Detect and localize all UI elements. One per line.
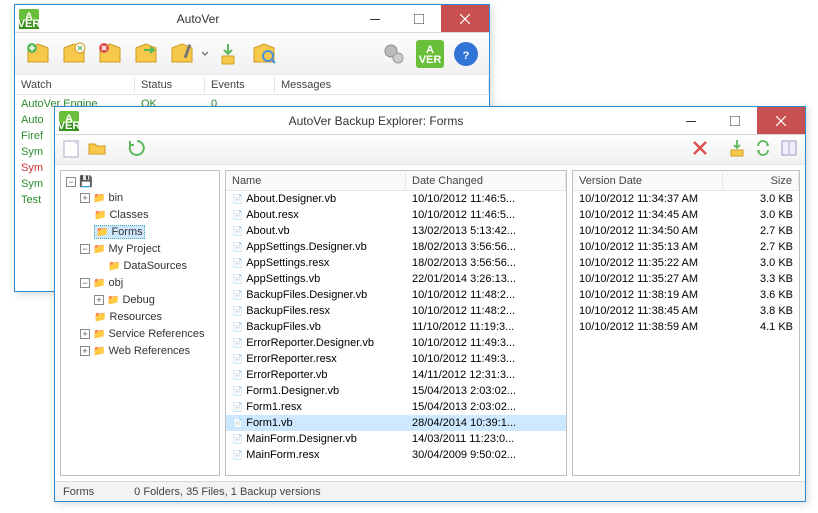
ver-button[interactable]: AVER [413, 37, 447, 71]
refresh-button[interactable] [127, 138, 147, 161]
tree-node[interactable]: −My ProjectDataSources [80, 241, 216, 275]
restore-button[interactable] [211, 37, 245, 71]
file-row[interactable]: AppSettings.vb22/01/2014 3:26:13... [226, 271, 566, 287]
tree-node[interactable]: Resources [80, 309, 216, 326]
folder-go-button[interactable] [129, 37, 163, 71]
explore-button[interactable] [247, 37, 281, 71]
sync-button[interactable] [753, 138, 773, 161]
settings-button[interactable] [377, 37, 411, 71]
file-row[interactable]: MainForm.resx30/04/2009 9:50:02... [226, 447, 566, 463]
file-row[interactable]: Form1.Designer.vb15/04/2013 2:03:02... [226, 383, 566, 399]
file-row[interactable]: MainForm.Designer.vb14/03/2011 11:23:0..… [226, 431, 566, 447]
backup-explorer-window: AVER AutoVer Backup Explorer: Forms −💾+b… [54, 106, 806, 502]
version-row[interactable]: 10/10/2012 11:38:19 AM3.6 KB [573, 287, 799, 303]
tree-node[interactable]: +bin [80, 190, 216, 207]
window-title: AutoVer Backup Explorer: Forms [83, 114, 669, 128]
close-button[interactable] [757, 107, 805, 134]
file-row[interactable]: BackupFiles.vb11/10/2012 11:19:3... [226, 319, 566, 335]
version-row[interactable]: 10/10/2012 11:35:13 AM2.7 KB [573, 239, 799, 255]
delete-watch-button[interactable] [93, 37, 127, 71]
header-version-date[interactable]: Version Date [573, 173, 723, 189]
version-row[interactable]: 10/10/2012 11:38:45 AM3.8 KB [573, 303, 799, 319]
file-row[interactable]: BackupFiles.resx10/10/2012 11:48:2... [226, 303, 566, 319]
file-row[interactable]: Form1.resx15/04/2013 2:03:02... [226, 399, 566, 415]
export-button[interactable] [727, 138, 747, 161]
delete-button[interactable] [691, 139, 709, 160]
title-bar: AVER AutoVer [15, 5, 489, 33]
zip-button[interactable] [779, 138, 799, 161]
file-row[interactable]: AppSettings.resx18/02/2013 3:56:56... [226, 255, 566, 271]
explorer-toolbar [55, 135, 805, 165]
header-name[interactable]: Name [226, 173, 406, 189]
open-folder-button[interactable] [87, 138, 107, 161]
open-file-button[interactable] [61, 138, 81, 161]
header-watch[interactable]: Watch [15, 77, 135, 93]
watch-list-header: Watch Status Events Messages [15, 75, 489, 95]
close-button[interactable] [441, 5, 489, 32]
version-row[interactable]: 10/10/2012 11:34:45 AM3.0 KB [573, 207, 799, 223]
version-row[interactable]: 10/10/2012 11:35:27 AM3.3 KB [573, 271, 799, 287]
help-button[interactable]: ? [449, 37, 483, 71]
version-list[interactable]: 10/10/2012 11:34:37 AM3.0 KB10/10/2012 1… [573, 191, 799, 475]
version-list-pane: Version Date Size 10/10/2012 11:34:37 AM… [572, 170, 800, 476]
minimize-button[interactable] [669, 107, 713, 134]
file-row[interactable]: ErrorReporter.vb14/11/2012 12:31:3... [226, 367, 566, 383]
file-row[interactable]: Form1.vb28/04/2014 10:39:1... [226, 415, 566, 431]
main-toolbar: AVER ? [15, 33, 489, 75]
file-row[interactable]: ErrorReporter.Designer.vb10/10/2012 11:4… [226, 335, 566, 351]
svg-text:VER: VER [19, 18, 39, 29]
version-row[interactable]: 10/10/2012 11:34:50 AM2.7 KB [573, 223, 799, 239]
dropdown-chevron-icon[interactable] [201, 40, 209, 68]
tree-node[interactable]: Classes [80, 207, 216, 224]
header-status[interactable]: Status [135, 77, 205, 93]
svg-text:VER: VER [419, 54, 442, 66]
version-row[interactable]: 10/10/2012 11:34:37 AM3.0 KB [573, 191, 799, 207]
version-row[interactable]: 10/10/2012 11:38:59 AM4.1 KB [573, 319, 799, 335]
header-events[interactable]: Events [205, 77, 275, 93]
file-row[interactable]: About.vb13/02/2013 5:13:42... [226, 223, 566, 239]
file-list-pane: Name Date Changed About.Designer.vb10/10… [225, 170, 567, 476]
version-row[interactable]: 10/10/2012 11:35:22 AM3.0 KB [573, 255, 799, 271]
file-row[interactable]: ErrorReporter.resx10/10/2012 11:49:3... [226, 351, 566, 367]
file-row[interactable]: About.resx10/10/2012 11:46:5... [226, 207, 566, 223]
file-list[interactable]: About.Designer.vb10/10/2012 11:46:5...Ab… [226, 191, 566, 475]
status-path: Forms [63, 486, 94, 498]
status-bar: Forms 0 Folders, 35 Files, 1 Backup vers… [55, 481, 805, 501]
tree-node[interactable]: +Service References [80, 326, 216, 343]
folder-tools-button[interactable] [165, 37, 199, 71]
folder-tree[interactable]: −💾+binClassesForms−My ProjectDataSources… [60, 170, 220, 476]
window-title: AutoVer [43, 12, 353, 26]
tree-node[interactable]: DataSources [94, 258, 216, 275]
svg-text:VER: VER [59, 120, 79, 131]
file-row[interactable]: BackupFiles.Designer.vb10/10/2012 11:48:… [226, 287, 566, 303]
title-bar: AVER AutoVer Backup Explorer: Forms [55, 107, 805, 135]
file-row[interactable]: About.Designer.vb10/10/2012 11:46:5... [226, 191, 566, 207]
tree-node[interactable]: Forms [80, 224, 216, 241]
tree-node[interactable]: −💾+binClassesForms−My ProjectDataSources… [66, 174, 216, 360]
svg-text:?: ? [463, 50, 470, 62]
maximize-button[interactable] [713, 107, 757, 134]
minimize-button[interactable] [353, 5, 397, 32]
file-row[interactable]: AppSettings.Designer.vb18/02/2013 3:56:5… [226, 239, 566, 255]
header-size[interactable]: Size [723, 173, 799, 189]
app-icon: AVER [59, 111, 79, 131]
header-messages[interactable]: Messages [275, 77, 489, 93]
tree-node[interactable]: +Debug [94, 292, 216, 309]
edit-watch-button[interactable] [57, 37, 91, 71]
tree-node[interactable]: +Web References [80, 343, 216, 360]
status-summary: 0 Folders, 35 Files, 1 Backup versions [134, 486, 320, 498]
tree-node[interactable]: −obj+Debug [80, 275, 216, 309]
header-date-changed[interactable]: Date Changed [406, 173, 566, 189]
maximize-button[interactable] [397, 5, 441, 32]
add-watch-button[interactable] [21, 37, 55, 71]
app-icon: AVER [19, 9, 39, 29]
